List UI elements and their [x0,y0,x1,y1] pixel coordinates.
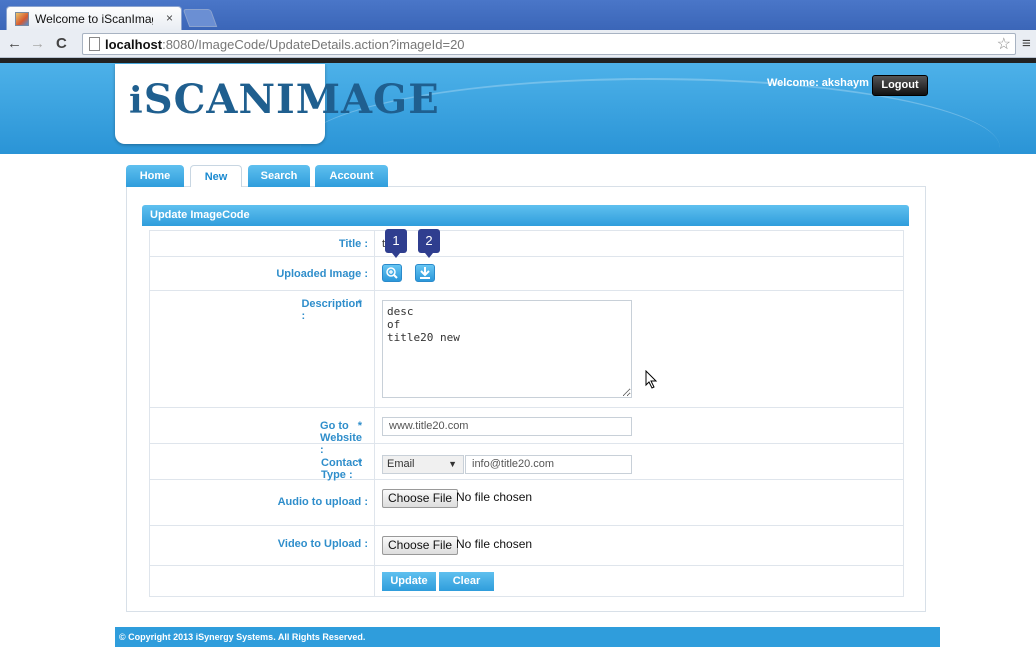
logo[interactable]: iSCANIMAGE [115,64,439,144]
description-row: * Description : [150,291,903,408]
page-icon [89,37,100,51]
tab-account[interactable]: Account [315,165,388,187]
contact-value-input[interactable]: info@title20.com [465,455,632,474]
logo-text: SCANIMAGE [143,76,440,123]
download-icon [420,267,430,279]
browser-toolbar: ← → C localhost:8080/ImageCode/UpdateDet… [0,30,1036,58]
logo-i: i [129,80,144,122]
browser-tabstrip: Welcome to iScanImag × [0,0,1036,30]
bookmark-star-icon[interactable]: ☆ [997,34,1011,54]
audio-label: Audio to upload : [277,496,368,508]
annotation-badge-2: 2 [418,229,440,258]
video-choose-file-button[interactable]: Choose File [382,536,459,555]
new-tab-button[interactable] [182,9,218,27]
close-tab-icon[interactable]: × [166,11,173,25]
uploaded-image-row: Uploaded Image : [150,257,903,291]
dropdown-arrow-icon: ▼ [448,459,457,469]
url-text: localhost:8080/ImageCode/UpdateDetails.a… [105,37,465,52]
welcome-text: Welcome: akshaym [767,77,869,89]
browser-tab[interactable]: Welcome to iScanImag × [6,6,182,30]
description-textarea[interactable] [382,300,632,398]
contact-type-row: * Contact Type : Email ▼ info@title20.co… [150,444,903,481]
tab-home[interactable]: Home [126,165,184,187]
website-row: * Go to Website : www.title20.com [150,408,903,456]
website-input[interactable]: www.title20.com [382,417,632,436]
footer-copyright: © Copyright 2013 iSynergy Systems. All R… [115,627,940,647]
back-arrow-icon[interactable]: ← [7,35,22,52]
title-row: Title : t [150,231,903,257]
audio-choose-file-button[interactable]: Choose File [382,489,459,508]
update-form: Title : t Uploaded Image : * Description… [149,230,904,597]
download-image-button[interactable] [415,264,435,282]
view-image-button[interactable] [382,264,402,282]
browser-menu-icon[interactable]: ≡ [1022,35,1031,52]
actions-row: Update Clear [150,566,903,596]
address-bar[interactable]: localhost:8080/ImageCode/UpdateDetails.a… [82,33,1016,55]
favicon-icon [15,12,29,26]
clear-button[interactable]: Clear [439,572,494,591]
reload-icon[interactable]: C [56,35,67,52]
browser-tab-title: Welcome to iScanImag [35,12,153,26]
uploaded-image-label: Uploaded Image : [276,268,368,280]
panel-title: Update ImageCode [142,205,909,226]
video-label: Video to Upload : [277,538,368,550]
video-file-status: No file chosen [456,537,533,551]
title-label: Title : [338,238,368,250]
audio-row: Audio to upload : Choose File No file ch… [150,480,903,526]
tab-search[interactable]: Search [248,165,310,187]
zoom-icon [386,267,398,279]
contact-type-select[interactable]: Email ▼ [382,455,464,474]
update-button[interactable]: Update [382,572,436,591]
annotation-badge-1: 1 [385,229,407,258]
logout-button[interactable]: Logout [872,75,928,96]
mouse-cursor-icon [645,370,658,389]
audio-file-status: No file chosen [456,490,533,504]
tab-new[interactable]: New [190,165,242,187]
forward-arrow-icon[interactable]: → [30,35,45,52]
video-row: Video to Upload : Choose File No file ch… [150,526,903,566]
